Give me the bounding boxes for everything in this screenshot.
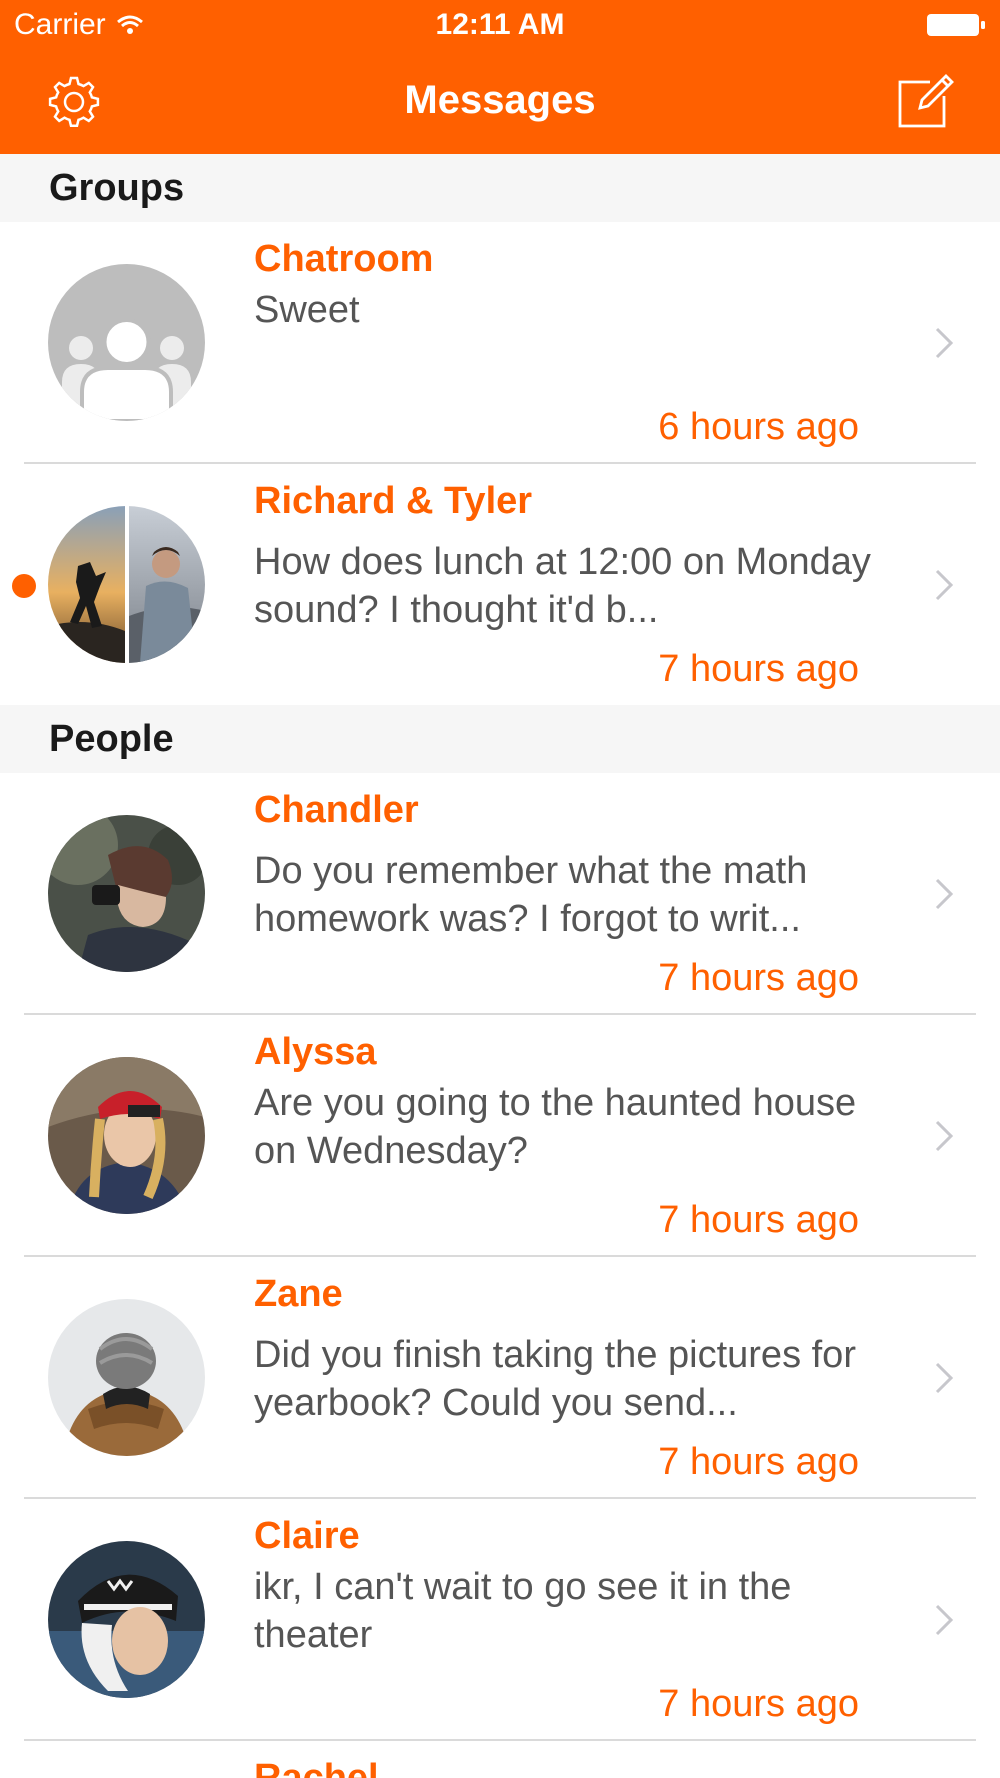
conversation-row-richard-tyler[interactable]: Richard & Tyler How does lunch at 12:00 … (0, 464, 1000, 705)
conversation-name: Rachel (254, 1757, 379, 1778)
compose-icon (898, 74, 954, 128)
conversation-row-alyssa[interactable]: Alyssa Are you going to the haunted hous… (0, 1015, 1000, 1256)
chevron-right-icon (935, 327, 954, 359)
group-avatar-photo (48, 506, 205, 663)
conversation-row-chandler[interactable]: Chandler Do you remember what the math h… (0, 773, 1000, 1014)
conversation-preview: Did you finish taking the pictures for y… (254, 1334, 856, 1424)
conversation-preview: ikr, I can't wait to go see it in the th… (254, 1566, 792, 1656)
conversation-name: Zane (254, 1273, 343, 1315)
compose-button[interactable] (896, 70, 956, 130)
conversation-name: Richard & Tyler (254, 480, 533, 522)
chevron-right-icon (935, 569, 954, 601)
chevron-right-icon (935, 1604, 954, 1636)
chevron-right-icon (935, 878, 954, 910)
conversation-name: Claire (254, 1515, 360, 1557)
section-header-people: People (0, 705, 1000, 773)
avatar (48, 815, 205, 972)
group-avatar (48, 264, 205, 421)
conversation-name: Alyssa (254, 1031, 377, 1073)
page-title: Messages (404, 78, 596, 122)
conversation-time: 7 hours ago (658, 957, 859, 999)
conversation-preview: Sweet (254, 289, 360, 331)
conversation-time: 7 hours ago (658, 1199, 859, 1241)
conversation-name: Chatroom (254, 238, 434, 280)
avatar (48, 1299, 205, 1456)
battery-icon (927, 14, 985, 36)
chevron-right-icon (935, 1362, 954, 1394)
conversation-preview: Are you going to the haunted house on We… (254, 1082, 857, 1172)
chevron-right-icon (935, 1120, 954, 1152)
conversation-preview: Do you remember what the math homework w… (254, 850, 808, 940)
conversation-row-rachel[interactable]: Rachel (0, 1741, 1000, 1778)
conversation-time: 7 hours ago (658, 1683, 859, 1725)
conversation-time: 7 hours ago (658, 1441, 859, 1483)
status-time: 12:11 AM (435, 8, 565, 41)
conversation-time: 6 hours ago (658, 406, 859, 448)
section-header-groups: Groups (0, 154, 1000, 222)
avatar (48, 1541, 205, 1698)
conversation-preview: How does lunch at 12:00 on Monday sound?… (254, 541, 871, 631)
conversation-row-claire[interactable]: Claire ikr, I can't wait to go see it in… (0, 1499, 1000, 1740)
conversation-row-chatroom[interactable]: Chatroom Sweet 6 hours ago (0, 222, 1000, 463)
conversation-row-zane[interactable]: Zane Did you finish taking the pictures … (0, 1257, 1000, 1498)
avatar (48, 1057, 205, 1214)
conversation-time: 7 hours ago (658, 648, 859, 690)
conversation-name: Chandler (254, 789, 419, 831)
unread-indicator (12, 574, 36, 598)
nav-bar: Carrier 12:11 AM Messages (0, 0, 1000, 154)
